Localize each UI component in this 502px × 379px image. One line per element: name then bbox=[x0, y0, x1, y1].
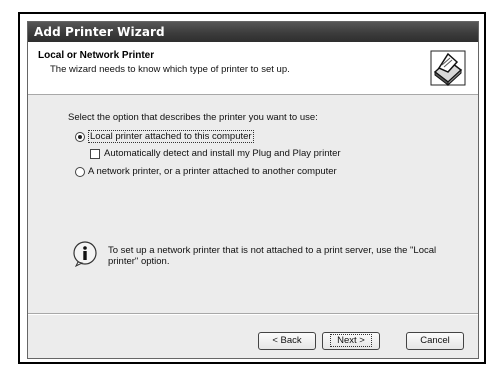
auto-detect-label[interactable]: Automatically detect and install my Plug… bbox=[104, 148, 341, 159]
next-button[interactable]: Next > bbox=[322, 332, 380, 350]
window-title[interactable]: Add Printer Wizard bbox=[28, 22, 478, 42]
back-button[interactable]: < Back bbox=[258, 332, 316, 350]
screenshot-frame: Add Printer Wizard Local or Network Prin… bbox=[18, 12, 486, 364]
info-icon bbox=[73, 241, 97, 267]
network-printer-hint: To set up a network printer that is not … bbox=[108, 245, 437, 267]
local-printer-option[interactable]: Local printer attached to this computer bbox=[75, 130, 254, 143]
network-printer-radio[interactable] bbox=[75, 166, 85, 177]
header-title: Local or Network Printer bbox=[38, 50, 155, 61]
network-printer-option[interactable]: A network printer, or a printer attached… bbox=[75, 166, 337, 177]
network-printer-label[interactable]: A network printer, or a printer attached… bbox=[88, 166, 337, 177]
printer-icon bbox=[429, 49, 467, 87]
wizard-body: Select the option that describes the pri… bbox=[28, 95, 478, 313]
wizard-header: Local or Network Printer The wizard need… bbox=[28, 42, 478, 95]
next-button-label[interactable]: Next > bbox=[330, 334, 372, 347]
selection-prompt: Select the option that describes the pri… bbox=[68, 112, 318, 123]
auto-detect-option[interactable]: Automatically detect and install my Plug… bbox=[90, 148, 341, 159]
header-subtitle: The wizard needs to know which type of p… bbox=[50, 64, 290, 75]
auto-detect-checkbox[interactable] bbox=[90, 148, 100, 159]
footer-divider bbox=[28, 313, 478, 315]
local-printer-label[interactable]: Local printer attached to this computer bbox=[88, 130, 254, 143]
cancel-button[interactable]: Cancel bbox=[406, 332, 464, 350]
add-printer-wizard-window: Add Printer Wizard Local or Network Prin… bbox=[27, 21, 479, 359]
local-printer-radio[interactable] bbox=[75, 131, 85, 142]
